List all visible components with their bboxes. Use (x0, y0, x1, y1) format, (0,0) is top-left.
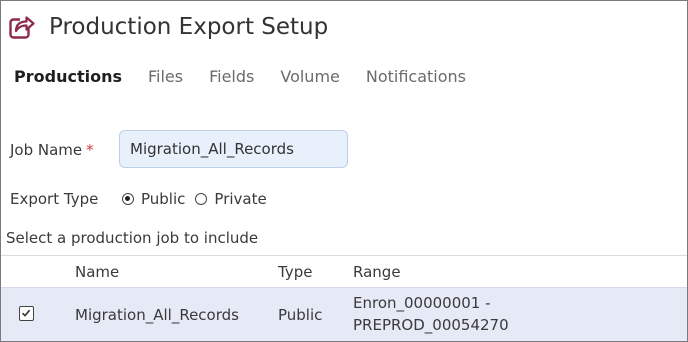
column-header-range[interactable]: Range (353, 263, 401, 281)
row-range-end: PREPROD_00054270 (353, 316, 509, 334)
export-type-row: Export Type Public Private (10, 189, 277, 209)
tab-fields[interactable]: Fields (209, 67, 254, 86)
tab-files[interactable]: Files (148, 67, 183, 86)
export-type-public-label[interactable]: Public (141, 190, 185, 208)
job-name-label: Job Name * (10, 141, 94, 159)
row-range-start: Enron_00000001 - (353, 294, 491, 312)
production-jobs-table: Name Type Range Migration_All_Records Pu… (1, 255, 687, 341)
export-type-label: Export Type (10, 190, 99, 208)
column-header-name[interactable]: Name (75, 263, 119, 281)
tab-productions[interactable]: Productions (14, 67, 122, 86)
row-range: Enron_00000001 - PREPROD_00054270 (353, 292, 509, 336)
row-name: Migration_All_Records (75, 306, 239, 324)
tab-bar: Productions Files Fields Volume Notifica… (14, 67, 492, 86)
page-header: Production Export Setup (7, 10, 328, 44)
job-name-input[interactable] (119, 130, 348, 168)
page-title: Production Export Setup (49, 14, 329, 40)
tab-notifications[interactable]: Notifications (366, 67, 466, 86)
export-type-private-radio[interactable] (195, 193, 208, 205)
export-type-public-radio[interactable] (122, 193, 134, 205)
tab-volume[interactable]: Volume (280, 67, 340, 86)
job-name-label-text: Job Name (10, 141, 83, 159)
table-header: Name Type Range (1, 256, 687, 287)
required-marker: * (86, 141, 94, 159)
column-header-type[interactable]: Type (278, 263, 312, 281)
production-export-setup-panel: Production Export Setup Productions File… (0, 0, 688, 342)
row-type: Public (278, 306, 323, 324)
table-row[interactable]: Migration_All_Records Public Enron_00000… (1, 287, 687, 341)
export-type-private-label[interactable]: Private (214, 190, 266, 208)
row-select-checkbox[interactable] (19, 306, 34, 321)
checkmark-icon (21, 309, 31, 317)
select-production-hint: Select a production job to include (6, 229, 259, 247)
share-export-icon (7, 12, 37, 42)
